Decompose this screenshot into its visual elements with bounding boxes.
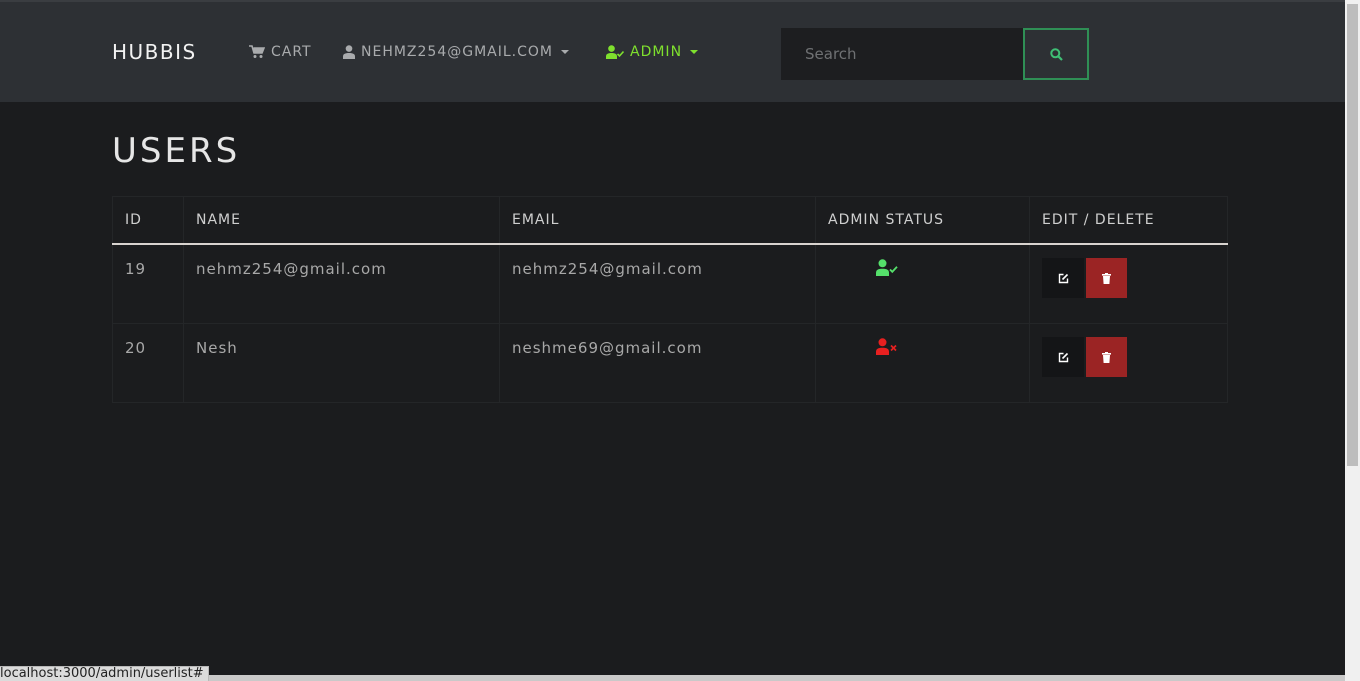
search-input[interactable] [781,28,1023,80]
brand-logo[interactable]: HUBBIS [112,40,197,64]
column-header-admin-status: ADMIN STATUS [815,196,1030,245]
edit-button[interactable] [1042,258,1084,298]
user-check-icon [606,45,624,59]
cell-email: nehmz254@gmail.com [499,243,816,324]
cell-admin-status [815,323,1030,403]
column-header-edit-delete: EDIT / DELETE [1029,196,1228,245]
search-icon [1049,47,1063,61]
chevron-down-icon [690,50,699,54]
scrollbar-thumb[interactable] [1347,4,1358,466]
column-header-name: NAME [183,196,500,245]
user-check-icon [876,259,898,276]
edit-icon [1058,352,1068,362]
cell-id: 19 [112,243,184,324]
cell-actions [1029,243,1228,324]
table-row: 20 Nesh neshme69@gmail.com [112,323,1228,403]
column-header-email: EMAIL [499,196,816,245]
nav-user-label: NEHMZ254@GMAIL.COM [361,44,553,60]
vertical-scrollbar[interactable] [1345,0,1360,681]
status-bar-url: localhost:3000/admin/userlist# [0,666,209,681]
cell-admin-status [815,243,1030,324]
cell-name: Nesh [183,323,500,403]
cell-email: neshme69@gmail.com [499,323,816,403]
column-header-id: ID [112,196,184,245]
cart-icon [249,45,265,58]
nav-cart-link[interactable]: CART [249,44,312,60]
edit-button[interactable] [1042,337,1084,377]
cell-actions [1029,323,1228,403]
page-title: USERS [112,131,241,171]
delete-button[interactable] [1086,337,1127,377]
users-table: ID NAME EMAIL ADMIN STATUS EDIT / DELETE… [112,196,1228,403]
nav-user-dropdown[interactable]: NEHMZ254@GMAIL.COM [343,44,569,60]
table-header-row: ID NAME EMAIL ADMIN STATUS EDIT / DELETE [112,196,1228,245]
edit-icon [1058,273,1068,283]
cell-id: 20 [112,323,184,403]
nav-cart-label: CART [271,44,312,60]
navbar: HUBBIS CART NEHMZ254@GMAIL.COM ADMIN [0,0,1345,102]
delete-button[interactable] [1086,258,1127,298]
user-times-icon [876,338,897,355]
nav-admin-dropdown[interactable]: ADMIN [606,44,699,60]
search-button[interactable] [1023,28,1089,80]
nav-admin-label: ADMIN [630,44,683,60]
chevron-down-icon [561,50,569,54]
trash-icon [1102,272,1111,284]
table-row: 19 nehmz254@gmail.com nehmz254@gmail.com [112,243,1228,324]
cell-name: nehmz254@gmail.com [183,243,500,324]
trash-icon [1102,351,1111,363]
user-icon [343,45,355,59]
